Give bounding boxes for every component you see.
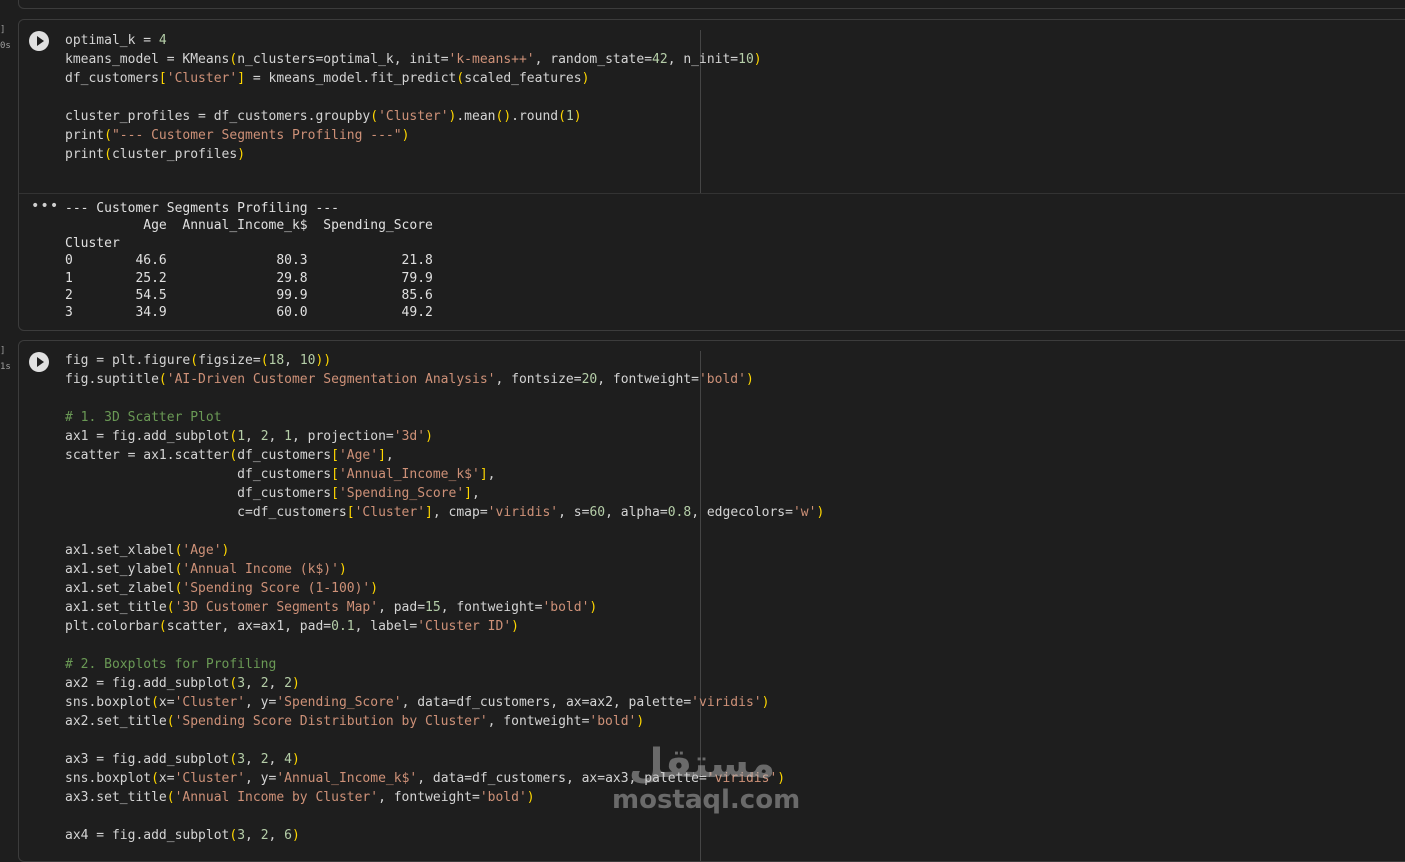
run-cell-button[interactable]	[29, 352, 49, 372]
code-line: # 1. 3D Scatter Plot	[65, 410, 222, 425]
code-line: ax2 = fig.add_subplot(3, 2, 2)	[65, 676, 300, 691]
code-line: # 2. Boxplots for Profiling	[65, 657, 277, 672]
code-line: df_customers['Annual_Income_k$'],	[65, 467, 496, 482]
code-line: ax1 = fig.add_subplot(1, 2, 1, projectio…	[65, 429, 433, 444]
mostaql-watermark: مستقل mostaql.com	[612, 741, 801, 815]
code-line: ax4 = fig.add_subplot(3, 2, 6)	[65, 828, 300, 843]
code-line: df_customers['Cluster'] = kmeans_model.f…	[65, 71, 590, 86]
code-line: ax1.set_xlabel('Age')	[65, 543, 230, 558]
watermark-latin: mostaql.com	[612, 785, 801, 815]
code-line: fig = plt.figure(figsize=(18, 10))	[65, 353, 332, 368]
code-line: ax1.set_zlabel('Spending Score (1-100)')	[65, 581, 379, 596]
code-line: scatter = ax1.scatter(df_customers['Age'…	[65, 448, 394, 463]
watermark-arabic: مستقل	[628, 741, 776, 787]
cell2-exec-time: 1s	[0, 362, 11, 372]
code-line: ax2.set_title('Spending Score Distributi…	[65, 714, 645, 729]
code-line: ax1.set_ylabel('Annual Income (k$)')	[65, 562, 347, 577]
code-editor[interactable]: optimal_k = 4 kmeans_model = KMeans(n_clu…	[65, 31, 762, 164]
code-line: kmeans_model = KMeans(n_clusters=optimal…	[65, 52, 762, 67]
cell1-exec-time: 0s	[0, 41, 11, 51]
code-cell-1[interactable]: optimal_k = 4 kmeans_model = KMeans(n_clu…	[18, 19, 1405, 331]
code-line: cluster_profiles = df_customers.groupby(…	[65, 109, 582, 124]
cell-gutter: ] 0s ] 1s	[0, 0, 18, 841]
code-line: optimal_k = 4	[65, 33, 167, 48]
code-line: df_customers['Spending_Score'],	[65, 486, 480, 501]
code-line: fig.suptitle('AI-Driven Customer Segment…	[65, 372, 754, 387]
code-line: print(cluster_profiles)	[65, 147, 246, 162]
code-line: plt.colorbar(scatter, ax=ax1, pad=0.1, l…	[65, 619, 519, 634]
cell2-exec-count: ]	[0, 346, 6, 356]
cell1-exec-count: ]	[0, 25, 6, 35]
output-separator	[19, 193, 1405, 194]
code-line: ax1.set_title('3D Customer Segments Map'…	[65, 600, 598, 615]
cell-output: --- Customer Segments Profiling --- Age …	[65, 201, 433, 321]
code-line: print("--- Customer Segments Profiling -…	[65, 128, 410, 143]
code-line: sns.boxplot(x='Cluster', y='Spending_Sco…	[65, 695, 770, 710]
code-line: c=df_customers['Cluster'], cmap='viridis…	[65, 505, 825, 520]
run-cell-button[interactable]	[29, 31, 49, 51]
previous-cell-bottom-edge	[18, 0, 1405, 9]
more-horizontal-icon[interactable]: •••	[31, 198, 59, 214]
